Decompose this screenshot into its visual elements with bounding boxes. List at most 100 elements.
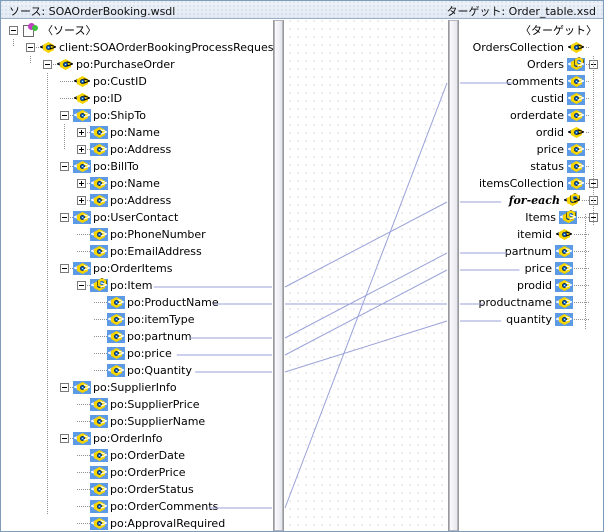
element-icon[interactable]: <>	[555, 279, 573, 292]
element-icon[interactable]: <>	[90, 398, 108, 411]
element-icon[interactable]: <>	[39, 41, 57, 54]
repeating-element-icon[interactable]: <>	[90, 278, 108, 292]
element-icon[interactable]: <>	[567, 126, 585, 139]
element-icon[interactable]: <>	[56, 58, 74, 71]
element-icon[interactable]: <>	[107, 347, 125, 360]
element-icon[interactable]: <>	[107, 364, 125, 377]
source-tree-node[interactable]: <>po:itemType	[2, 311, 270, 328]
collapse-node-button[interactable]	[60, 434, 69, 443]
target-tree-node[interactable]: <>Items	[459, 209, 603, 226]
element-icon[interactable]: <>	[555, 228, 573, 241]
collapse-node-button[interactable]	[60, 383, 69, 392]
source-tree-node[interactable]: <>client:SOAOrderBookingProcessRequest	[2, 39, 273, 56]
element-icon[interactable]: <>	[90, 177, 108, 190]
element-icon[interactable]: <>	[90, 466, 108, 479]
source-tree-node[interactable]: <>po:PhoneNumber	[2, 226, 270, 243]
source-tree-node[interactable]: <>po:SupplierName	[2, 413, 270, 430]
element-icon[interactable]: <>	[90, 228, 108, 241]
source-tree-node[interactable]: <>po:Item	[2, 277, 270, 294]
source-tree-node[interactable]: <>po:UserContact	[2, 209, 270, 226]
expand-node-button[interactable]	[77, 145, 86, 154]
target-tree-pane[interactable]: 〈ターゲット〉<>OrdersCollection<>Orders<>comme…	[459, 20, 603, 531]
collapse-node-button[interactable]	[60, 213, 69, 222]
target-tree-node[interactable]: <>itemid	[459, 226, 603, 243]
source-pane-scrollbar[interactable]	[273, 20, 284, 531]
target-tree-node[interactable]: <>orderdate	[459, 107, 603, 124]
element-icon[interactable]: <>	[90, 126, 108, 139]
target-tree-node[interactable]: <>price	[459, 260, 603, 277]
target-tree-node[interactable]: <>prodid	[459, 277, 603, 294]
target-tree-node[interactable]: <>custid	[459, 90, 603, 107]
element-icon[interactable]: <>	[567, 177, 585, 190]
source-tree-node[interactable]: <>po:EmailAddress	[2, 243, 270, 260]
collapse-node-button[interactable]	[9, 26, 18, 35]
source-tree-node[interactable]: <>po:OrderPrice	[2, 464, 270, 481]
source-tree-node[interactable]: <>po:Quantity	[2, 362, 270, 379]
element-icon[interactable]: <>	[555, 262, 573, 275]
element-icon[interactable]: <>	[90, 143, 108, 156]
source-tree-node[interactable]: <>po:SupplierPrice	[2, 396, 270, 413]
element-icon[interactable]: <>	[107, 313, 125, 326]
source-tree-node[interactable]: <>po:price	[2, 345, 270, 362]
element-icon[interactable]: <>	[73, 75, 91, 88]
element-icon[interactable]: <>	[567, 75, 585, 88]
element-icon[interactable]: <>	[90, 500, 108, 513]
target-tree-node[interactable]: <>comments	[459, 73, 603, 90]
element-icon[interactable]: <>	[90, 449, 108, 462]
element-icon[interactable]: <>	[555, 296, 573, 309]
source-tree-node[interactable]: <>po:ProductName	[2, 294, 270, 311]
source-tree-node[interactable]: 〈ソース〉	[2, 22, 270, 39]
element-icon[interactable]: <>	[90, 194, 108, 207]
source-tree-node[interactable]: <>po:OrderStatus	[2, 481, 270, 498]
collapse-node-button[interactable]	[43, 60, 52, 69]
element-icon[interactable]: <>	[90, 415, 108, 428]
target-tree-node[interactable]: <>ordid	[459, 124, 603, 141]
target-tree-node[interactable]: 〈ターゲット〉	[459, 22, 603, 39]
source-tree-node[interactable]: <>po:Name	[2, 124, 270, 141]
target-tree-node[interactable]: <>price	[459, 141, 603, 158]
element-icon[interactable]: <>	[567, 92, 585, 105]
source-tree-node[interactable]: <>po:CustID	[2, 73, 270, 90]
collapse-node-button[interactable]	[60, 264, 69, 273]
collapse-node-button[interactable]	[26, 43, 35, 52]
element-icon[interactable]: <>	[73, 262, 91, 275]
scrollbar-thumb[interactable]	[449, 20, 458, 531]
target-tree-node[interactable]: <>partnum	[459, 243, 603, 260]
expand-node-button[interactable]	[77, 196, 86, 205]
element-icon[interactable]: <>	[567, 109, 585, 122]
expand-node-button[interactable]	[77, 179, 86, 188]
source-tree-pane[interactable]: 〈ソース〉<>client:SOAOrderBookingProcessRequ…	[2, 20, 273, 531]
target-tree-node[interactable]: <>Orders	[459, 56, 603, 73]
source-tree-node[interactable]: <>po:BillTo	[2, 158, 270, 175]
source-tree-node[interactable]: <>po:OrderItems	[2, 260, 270, 277]
element-icon[interactable]: <>	[107, 296, 125, 309]
mapping-canvas[interactable]	[273, 20, 459, 531]
source-tree-node[interactable]: <>po:OrderDate	[2, 447, 270, 464]
element-icon[interactable]: <>	[90, 245, 108, 258]
source-tree-node[interactable]: <>po:PurchaseOrder	[2, 56, 270, 73]
element-icon[interactable]: <>	[73, 432, 91, 445]
element-icon[interactable]: <>	[555, 245, 573, 258]
source-tree-node[interactable]: <>po:OrderComments	[2, 498, 270, 515]
repeating-element-icon[interactable]: <>	[567, 57, 585, 71]
element-icon[interactable]: <>	[107, 330, 125, 343]
source-tree-node[interactable]: <>po:ShipTo	[2, 107, 270, 124]
scrollbar-thumb[interactable]	[274, 20, 283, 531]
element-icon[interactable]: <>	[555, 313, 573, 326]
target-pane-scrollbar[interactable]	[448, 20, 459, 531]
target-tree-node[interactable]: <>productname	[459, 294, 603, 311]
source-tree-node[interactable]: <>po:SupplierInfo	[2, 379, 270, 396]
expand-node-button[interactable]	[77, 128, 86, 137]
source-tree-node[interactable]: <>po:ID	[2, 90, 270, 107]
element-icon[interactable]: <>	[567, 41, 585, 54]
repeating-element-icon[interactable]: <>	[563, 193, 581, 207]
element-icon[interactable]: <>	[73, 381, 91, 394]
collapse-node-button[interactable]	[60, 111, 69, 120]
repeating-element-icon[interactable]: <>	[559, 210, 577, 224]
element-icon[interactable]: <>	[567, 143, 585, 156]
element-icon[interactable]: <>	[73, 92, 91, 105]
source-tree-node[interactable]: <>po:partnum	[2, 328, 270, 345]
element-icon[interactable]: <>	[90, 483, 108, 496]
source-tree-node[interactable]: <>po:Address	[2, 141, 270, 158]
source-tree-node[interactable]: <>po:OrderInfo	[2, 430, 270, 447]
